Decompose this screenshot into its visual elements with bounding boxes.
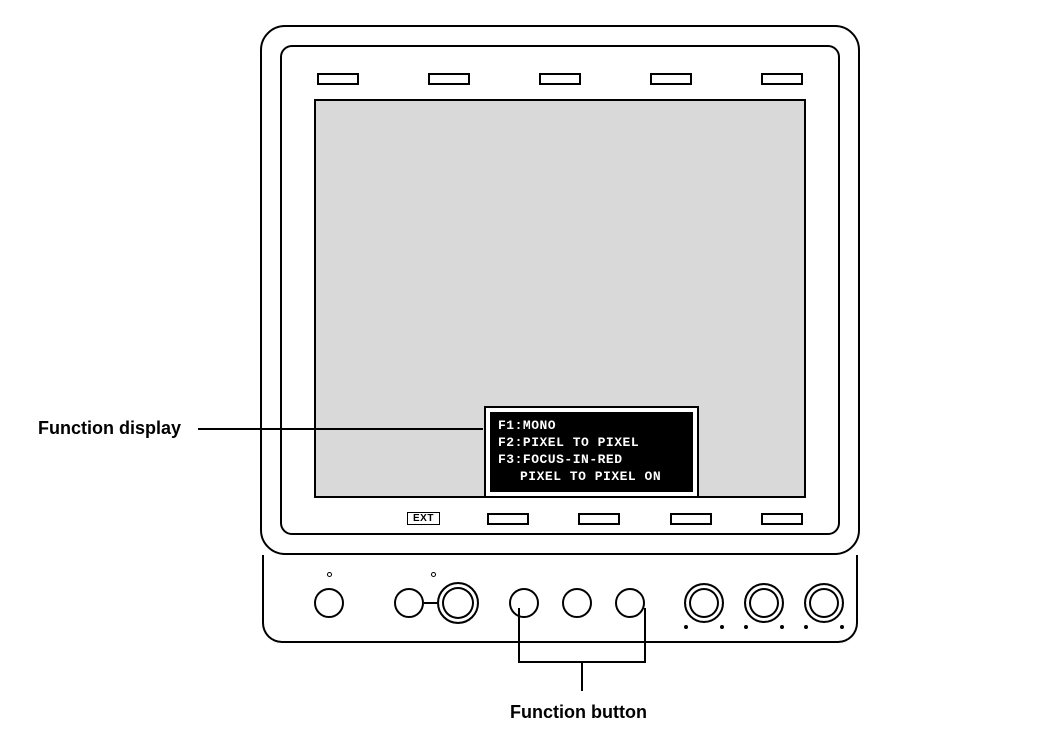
tally-light [487, 513, 529, 525]
function-button-f1[interactable] [509, 588, 539, 618]
connector-line [424, 602, 437, 604]
tally-row-bottom [487, 513, 803, 525]
knob-mark [684, 625, 688, 629]
label-function-button: Function button [510, 702, 647, 723]
monitor-device: F1:MONO F2:PIXEL TO PIXEL F3:FOCUS-IN-RE… [260, 25, 860, 643]
callout-line [644, 608, 646, 663]
label-function-display: Function display [38, 418, 181, 439]
led-indicator [327, 572, 332, 577]
knob-mark [744, 625, 748, 629]
tally-light [761, 73, 803, 85]
osd-status-line: PIXEL TO PIXEL ON [498, 469, 685, 486]
osd-line-3: F3:FOCUS-IN-RED [498, 452, 685, 469]
function-display-overlay: F1:MONO F2:PIXEL TO PIXEL F3:FOCUS-IN-RE… [484, 406, 699, 498]
osd-line-2: F2:PIXEL TO PIXEL [498, 435, 685, 452]
tally-light [317, 73, 359, 85]
function-button-f3[interactable] [615, 588, 645, 618]
tally-row-top [317, 73, 803, 85]
callout-line [198, 428, 483, 430]
adjust-knob-2[interactable] [744, 583, 784, 623]
callout-line [581, 661, 583, 691]
osd-text-block: F1:MONO F2:PIXEL TO PIXEL F3:FOCUS-IN-RE… [490, 412, 693, 492]
osd-line-1: F1:MONO [498, 418, 685, 435]
tally-light [650, 73, 692, 85]
knob-mark [840, 625, 844, 629]
knob-mark [780, 625, 784, 629]
lcd-screen: F1:MONO F2:PIXEL TO PIXEL F3:FOCUS-IN-RE… [314, 99, 806, 498]
jog-dial[interactable] [437, 582, 479, 624]
menu-button[interactable] [394, 588, 424, 618]
power-button[interactable] [314, 588, 344, 618]
tally-light [539, 73, 581, 85]
knob-mark [804, 625, 808, 629]
tally-light [578, 513, 620, 525]
control-panel [262, 555, 858, 643]
function-button-f2[interactable] [562, 588, 592, 618]
tally-light [670, 513, 712, 525]
led-indicator [431, 572, 436, 577]
screen-bezel: F1:MONO F2:PIXEL TO PIXEL F3:FOCUS-IN-RE… [260, 25, 860, 555]
tally-light [761, 513, 803, 525]
tally-light [428, 73, 470, 85]
ext-badge: EXT [407, 512, 440, 525]
callout-line [518, 608, 520, 663]
knob-mark [720, 625, 724, 629]
adjust-knob-3[interactable] [804, 583, 844, 623]
adjust-knob-1[interactable] [684, 583, 724, 623]
